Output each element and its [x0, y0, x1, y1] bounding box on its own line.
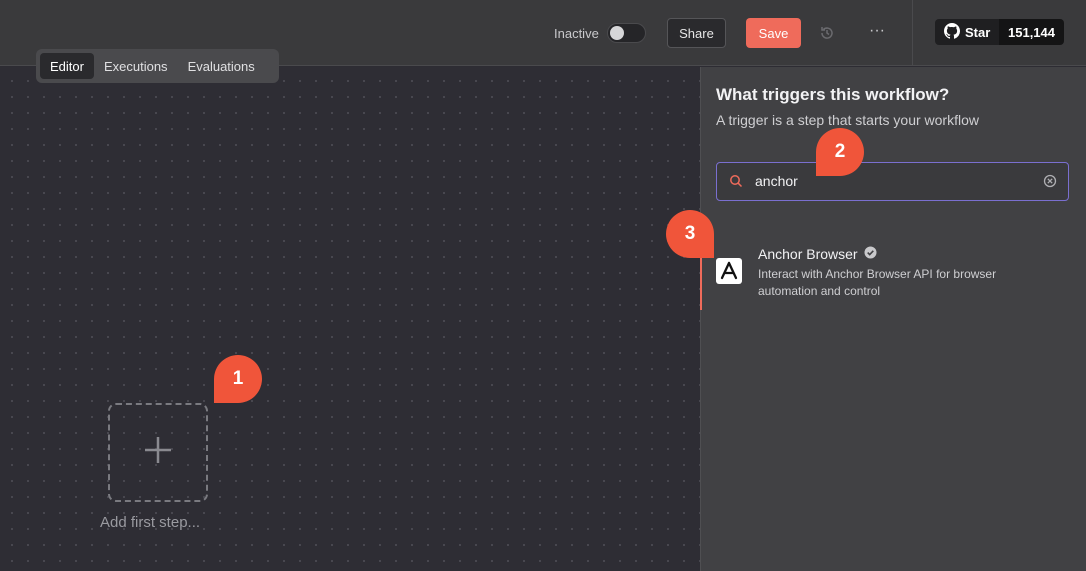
save-button[interactable]: Save	[746, 18, 801, 48]
step-marker-3: 3	[666, 210, 714, 258]
view-tabs: Editor Executions Evaluations	[36, 49, 279, 83]
header-divider	[912, 0, 913, 66]
result-name: Anchor Browser	[758, 246, 858, 262]
search-value[interactable]: anchor	[755, 173, 798, 189]
status-label: Inactive	[554, 26, 599, 41]
github-star-label: Star	[965, 24, 991, 40]
step-marker-2: 2	[816, 128, 864, 176]
verified-icon	[864, 246, 877, 262]
anchor-browser-logo-icon	[716, 258, 742, 284]
trigger-panel	[700, 67, 1086, 571]
result-item-anchor-browser[interactable]: Anchor Browser	[758, 246, 877, 262]
tab-editor[interactable]: Editor	[40, 53, 94, 79]
history-icon[interactable]	[818, 24, 836, 42]
github-star-count[interactable]: 151,144	[999, 19, 1064, 45]
active-toggle[interactable]	[607, 23, 646, 43]
plus-icon	[143, 435, 173, 470]
panel-title: What triggers this workflow?	[716, 85, 950, 104]
add-first-step-label: Add first step...	[100, 514, 201, 531]
share-button[interactable]: Share	[667, 18, 726, 48]
search-icon	[729, 174, 743, 188]
tab-evaluations[interactable]: Evaluations	[178, 53, 265, 79]
clear-search-icon[interactable]	[1043, 174, 1057, 188]
more-options-icon[interactable]: ···	[867, 22, 887, 42]
toggle-knob	[610, 26, 624, 40]
github-icon	[944, 22, 961, 42]
step-marker-1: 1	[214, 355, 262, 403]
tab-executions[interactable]: Executions	[94, 53, 178, 79]
panel-subtitle: A trigger is a step that starts your wor…	[716, 112, 979, 128]
github-star-button[interactable]: Star	[935, 19, 999, 45]
add-first-step-button[interactable]	[108, 403, 208, 502]
result-description: Interact with Anchor Browser API for bro…	[758, 267, 997, 298]
workflow-canvas[interactable]	[0, 67, 700, 571]
